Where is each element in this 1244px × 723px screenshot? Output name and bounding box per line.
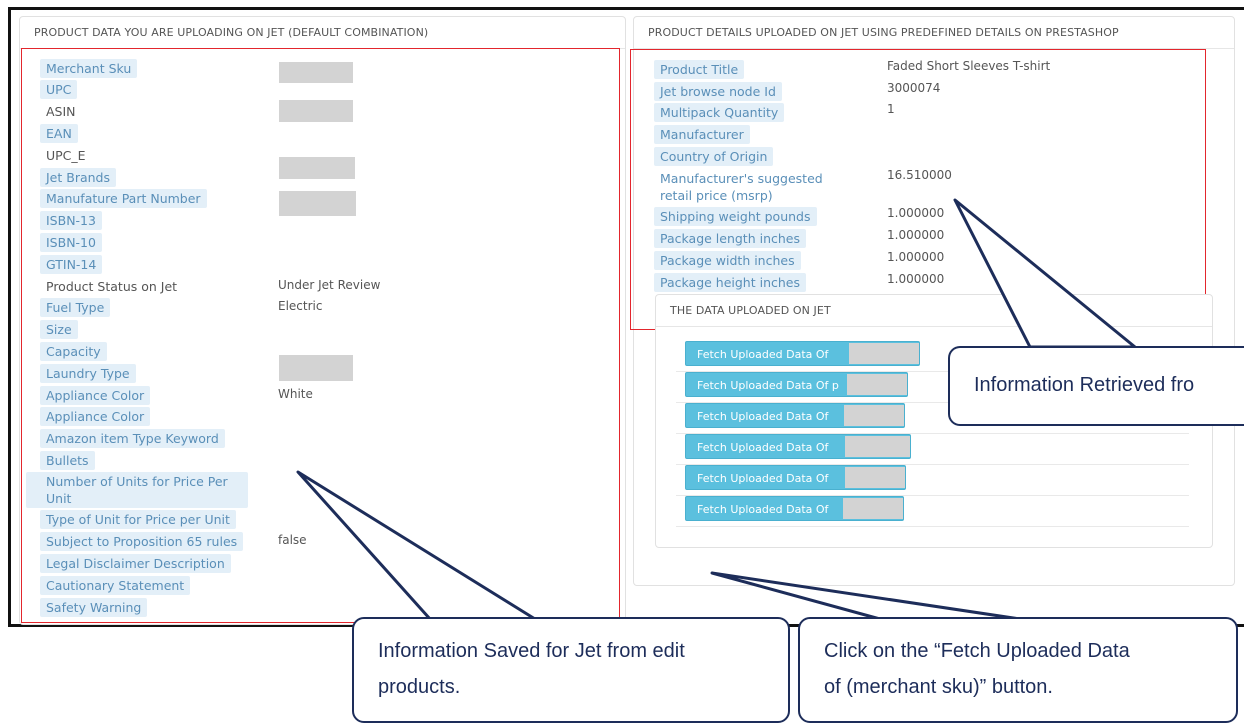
left-attr-value: Under Jet Review xyxy=(278,278,381,292)
click-callout-line2: of (merchant sku)” button. xyxy=(824,676,1053,698)
left-attr-label: UPC xyxy=(40,80,78,99)
uploaded-data-title: THE DATA UPLOADED ON JET xyxy=(656,295,1212,327)
redacted-sku-mask xyxy=(849,343,919,364)
fetch-button-label: Fetch Uploaded Data Of xyxy=(697,503,829,516)
fetch-uploaded-data-button[interactable]: Fetch Uploaded Data Of xyxy=(685,403,905,428)
fetch-button-label: Fetch Uploaded Data Of p xyxy=(697,379,839,392)
left-attr-label: Subject to Proposition 65 rules xyxy=(40,532,244,551)
left-attr-label: Legal Disclaimer Description xyxy=(40,554,231,573)
left-attr-label: Size xyxy=(40,320,78,339)
row-divider xyxy=(676,526,1189,527)
left-attr-label: EAN xyxy=(40,124,78,143)
left-attr-label: Cautionary Statement xyxy=(40,576,191,595)
redacted-sku-mask xyxy=(843,498,903,519)
fetch-uploaded-data-button[interactable]: Fetch Uploaded Data Of xyxy=(685,465,906,490)
right-attr-label: Manufacturer's suggested retail price (m… xyxy=(660,171,823,203)
redacted-value-mask xyxy=(279,355,353,381)
left-attr-label: Safety Warning xyxy=(40,598,148,617)
left-attr-label: Fuel Type xyxy=(40,298,111,317)
left-attr-label: Product Status on Jet xyxy=(46,279,178,294)
saved-callout-line2: products. xyxy=(378,676,461,698)
left-attr-label: ISBN-13 xyxy=(40,211,102,230)
redacted-sku-mask xyxy=(845,436,910,457)
fetch-button-label: Fetch Uploaded Data Of xyxy=(697,441,829,454)
redacted-value-mask xyxy=(279,191,356,216)
right-attr-value: 1.000000 xyxy=(887,206,945,220)
redacted-value-mask xyxy=(279,62,353,83)
saved-callout-line1: Information Saved for Jet from edit xyxy=(378,640,685,662)
retrieved-callout-text: Information Retrieved fro xyxy=(974,374,1195,396)
right-attr-value: 3000074 xyxy=(887,81,941,95)
left-attr-label: Number of Units for Price Per Unit xyxy=(26,472,248,508)
left-attr-label: UPC_E xyxy=(46,148,86,163)
right-attr-value: 1.000000 xyxy=(887,272,945,286)
left-attr-label: Jet Brands xyxy=(40,168,116,187)
left-attr-label: ASIN xyxy=(46,104,76,119)
redacted-sku-mask xyxy=(845,467,905,488)
right-attr-label: Package width inches xyxy=(654,251,801,270)
left-attr-label: GTIN-14 xyxy=(40,255,103,274)
left-attr-label: Laundry Type xyxy=(40,364,136,383)
right-panel-title: PRODUCT DETAILS UPLOADED ON JET USING PR… xyxy=(634,17,1234,49)
fetch-uploaded-data-button[interactable]: Fetch Uploaded Data Of xyxy=(685,341,920,366)
click-callout: Click on the “Fetch Uploaded Data of (me… xyxy=(798,617,1238,723)
retrieved-callout: Information Retrieved fro xyxy=(948,346,1244,426)
left-attr-value: false xyxy=(278,533,307,547)
right-attr-label: Package height inches xyxy=(654,273,806,292)
right-attr-label: Country of Origin xyxy=(654,147,774,166)
click-callout-line1: Click on the “Fetch Uploaded Data xyxy=(824,640,1130,662)
right-attr-value: 1.000000 xyxy=(887,250,945,264)
redacted-value-mask xyxy=(279,157,355,179)
left-attr-value: White xyxy=(278,387,313,401)
left-attr-label: Appliance Color xyxy=(40,386,151,405)
right-attr-label: Product Title xyxy=(654,60,745,79)
right-attr-label: Multipack Quantity xyxy=(654,103,785,122)
fetch-uploaded-data-button[interactable]: Fetch Uploaded Data Of xyxy=(685,434,911,459)
left-attr-label: Appliance Color xyxy=(40,407,151,426)
right-attr-label: Shipping weight pounds xyxy=(654,207,817,226)
redacted-value-mask xyxy=(279,100,353,122)
left-attr-label: Manufature Part Number xyxy=(40,189,207,208)
left-panel-title: PRODUCT DATA YOU ARE UPLOADING ON JET (D… xyxy=(20,17,625,49)
left-attr-label: Merchant Sku xyxy=(40,59,138,78)
fetch-uploaded-data-button[interactable]: Fetch Uploaded Data Of xyxy=(685,496,904,521)
left-attr-label: Capacity xyxy=(40,342,107,361)
fetch-button-label: Fetch Uploaded Data Of xyxy=(697,472,829,485)
right-attr-value: Faded Short Sleeves T-shirt xyxy=(887,59,1051,73)
redacted-sku-mask xyxy=(847,374,907,395)
left-attr-label: ISBN-10 xyxy=(40,233,102,252)
right-attr-label: Jet browse node Id xyxy=(654,82,782,101)
left-attr-label: Bullets xyxy=(40,451,95,470)
right-attr-label: Package length inches xyxy=(654,229,806,248)
saved-callout: Information Saved for Jet from edit prod… xyxy=(352,617,790,723)
right-attr-value: 16.510000 xyxy=(887,168,952,182)
fetch-uploaded-data-button[interactable]: Fetch Uploaded Data Of p xyxy=(685,372,908,397)
left-attr-value: Electric xyxy=(278,299,323,313)
right-attr-label: Manufacturer xyxy=(654,125,750,144)
right-attr-value: 1 xyxy=(887,102,895,116)
fetch-button-label: Fetch Uploaded Data Of xyxy=(697,410,829,423)
left-attr-label: Amazon item Type Keyword xyxy=(40,429,225,448)
right-attr-value: 1.000000 xyxy=(887,228,945,242)
fetch-button-label: Fetch Uploaded Data Of xyxy=(697,348,829,361)
redacted-sku-mask xyxy=(844,405,904,426)
left-attr-label: Type of Unit for Price per Unit xyxy=(40,510,236,529)
